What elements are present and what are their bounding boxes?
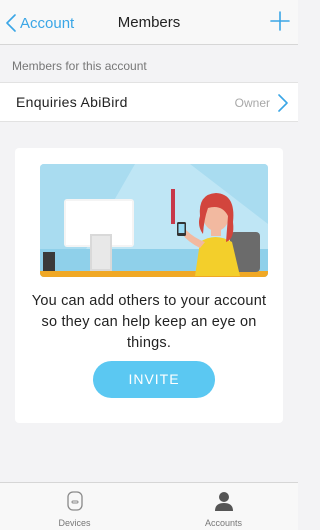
invite-description: You can add others to your account so th… <box>31 293 267 351</box>
person-icon <box>214 492 233 511</box>
device-icon <box>66 491 83 511</box>
tab-devices[interactable]: Devices <box>0 483 149 530</box>
member-name: Enquiries AbiBird <box>16 94 128 110</box>
tab-devices-label: Devices <box>58 518 91 528</box>
page-title: Members <box>117 14 181 31</box>
plus-icon <box>270 11 290 31</box>
tab-accounts-label: Accounts <box>204 518 243 528</box>
tab-accounts[interactable]: Accounts <box>149 483 298 530</box>
members-section-header: Members for this account <box>12 59 147 73</box>
tab-bar: Devices Accounts <box>0 482 298 530</box>
invite-button[interactable]: INVITE <box>93 361 215 398</box>
navigation-bar: Account Members <box>0 0 298 45</box>
add-member-button[interactable] <box>268 9 292 33</box>
chevron-right-icon <box>278 94 288 112</box>
invite-card: You can add others to your account so th… <box>15 148 283 423</box>
member-row[interactable]: Enquiries AbiBird Owner <box>0 82 298 122</box>
member-role: Owner <box>234 96 270 110</box>
person-with-phone-illustration <box>40 164 268 277</box>
